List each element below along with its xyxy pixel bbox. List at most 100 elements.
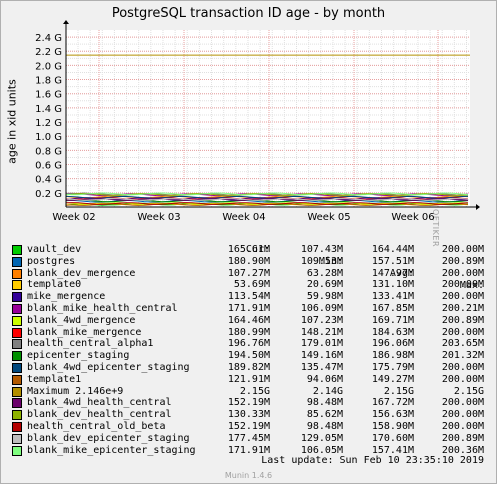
munin-version: Munin 1.4.6 — [224, 471, 273, 480]
y-tick-label: 1.2 G — [35, 118, 62, 129]
y-tick-label: 2.2 G — [35, 47, 62, 58]
legend-header: Cur: Min: Avg: Max: — [0, 232, 497, 291]
legend-swatch — [12, 363, 22, 373]
legend-row: blank_4wd_mergence 164.46M 107.23M 169.71M 2… — [0, 315, 497, 327]
legend-min-value: 129.05M — [300, 432, 343, 444]
legend-swatch — [12, 433, 22, 444]
legend-swatch — [12, 410, 22, 421]
legend-max-value: 200.00M — [441, 326, 484, 338]
legend-max-value: 200.89M — [441, 255, 484, 267]
legend-avg-value: 133.41M — [371, 291, 414, 303]
legend-min-value: 63.28M — [306, 267, 343, 279]
legend-max-value: 200.00M — [441, 279, 484, 291]
legend-cur-value: 194.50M — [227, 350, 270, 362]
legend-cur-value: 53.69M — [233, 279, 270, 291]
legend-row: vault_dev 165.61M 107.43M 164.44M 200.00M — [0, 244, 497, 256]
legend-series-name: postgres — [27, 255, 76, 267]
legend-series-name: Maximum 2.146e+9 — [27, 385, 124, 397]
legend-row: health_central_alpha1 196.76M 179.01M 196.0… — [0, 338, 497, 350]
legend-series-name: blank_4wd_mergence — [27, 314, 136, 326]
legend-swatch — [12, 304, 22, 314]
legend-series-name: health_central_alpha1 — [27, 338, 154, 350]
y-tick-label: 2.4 G — [35, 33, 62, 44]
legend-swatch — [12, 386, 22, 397]
legend-cur-value: 113.54M — [227, 291, 270, 303]
legend-series-name: blank_4wd_health_central — [27, 397, 172, 409]
legend-avg-value: 157.51M — [371, 255, 414, 267]
legend-min-value: 107.43M — [300, 244, 343, 255]
legend-row: blank_4wd_health_central 152.19M 98.48M 167… — [0, 397, 497, 409]
y-tick-label: 0.8 G — [35, 146, 62, 157]
legend-max-value: 203.65M — [441, 338, 484, 350]
legend-avg-value: 196.06M — [371, 338, 414, 350]
legend-series-name: epicenter_staging — [27, 350, 130, 362]
x-tick-label: Week 05 — [307, 212, 350, 223]
legend-max-value: 200.00M — [441, 244, 484, 255]
legend-row: blank_dev_mergence 107.27M 63.28M 147.97M 20… — [0, 268, 497, 280]
legend-min-value: 59.98M — [306, 291, 343, 303]
legend-min-value: 85.62M — [306, 409, 343, 421]
legend-series-name: health_central_old_beta — [27, 421, 166, 432]
legend-cur-value: 189.82M — [227, 362, 270, 373]
x-tick-label: Week 06 — [391, 212, 434, 223]
legend-series-name: blank_mike_mergence — [27, 326, 142, 338]
legend-series-name: blank_mike_health_central — [27, 303, 178, 314]
legend-avg-value: 149.27M — [371, 373, 414, 385]
legend-min-value: 20.69M — [306, 279, 343, 291]
legend-min-value: 2.14G — [312, 385, 343, 397]
legend-swatch — [12, 268, 22, 279]
legend-max-value: 200.21M — [441, 303, 484, 314]
legend-swatch — [12, 445, 22, 456]
legend-swatch — [12, 280, 22, 291]
legend-min-value: 98.48M — [306, 421, 343, 432]
legend-series-name: blank_4wd_epicenter_staging — [27, 362, 190, 373]
legend-max-value: 200.00M — [441, 373, 484, 385]
legend-row: Maximum 2.146e+9 2.15G 2.14G 2.15G 2.15G — [0, 386, 497, 398]
legend-series-name: mike_mergence — [27, 291, 106, 303]
legend-max-value: 200.00M — [441, 409, 484, 421]
legend-swatch — [12, 398, 22, 409]
legend-swatch — [12, 315, 22, 326]
legend-avg-value: 158.90M — [371, 421, 414, 432]
y-tick-label: 0.2 G — [35, 189, 62, 200]
legend-min-value: 135.47M — [300, 362, 343, 373]
legend-series-name: blank_dev_health_central — [27, 409, 172, 421]
legend-avg-value: 131.10M — [371, 279, 414, 291]
legend-cur-value: 152.19M — [227, 397, 270, 409]
y-tick-label: 0.4 G — [35, 175, 62, 186]
legend-row: template0 53.69M 20.69M 131.10M 200.00M — [0, 279, 497, 291]
legend-row: blank_mike_mergence 180.99M 148.21M 184.63M… — [0, 327, 497, 339]
legend-avg-value: 147.97M — [371, 267, 414, 279]
x-axis-arrow — [476, 204, 480, 210]
legend-swatch — [12, 351, 22, 362]
legend-cur-value: 171.91M — [227, 303, 270, 314]
legend-row: postgres 180.90M 109.53M 157.51M 200.89M — [0, 256, 497, 268]
legend-min-value: 94.06M — [306, 373, 343, 385]
legend-cur-value: 107.27M — [227, 267, 270, 279]
legend-row: health_central_old_beta 152.19M 98.48M 158.… — [0, 421, 497, 433]
legend-avg-value: 169.71M — [371, 314, 414, 326]
legend-series-name: blank_mike_epicenter_staging — [27, 444, 196, 456]
legend-cur-value: 165.61M — [227, 244, 270, 255]
y-tick-label: 1.0 G — [35, 132, 62, 143]
y-tick-label: 2.0 G — [35, 61, 62, 72]
legend-min-value: 149.16M — [300, 350, 343, 362]
legend-min-value: 107.23M — [300, 314, 343, 326]
legend-max-value: 200.89M — [441, 432, 484, 444]
legend-max-value: 200.00M — [441, 421, 484, 432]
legend-max-value: 2.15G — [453, 385, 484, 397]
legend-cur-value: 121.91M — [227, 373, 270, 385]
legend-min-value: 179.01M — [300, 338, 343, 350]
legend-cur-value: 196.76M — [227, 338, 270, 350]
y-tick-label: 1.8 G — [35, 76, 62, 87]
legend-avg-value: 167.85M — [371, 303, 414, 314]
legend-cur-value: 2.15G — [239, 385, 270, 397]
legend-cur-value: 177.45M — [227, 432, 270, 444]
legend-row: epicenter_staging 194.50M 149.16M 186.98M 20… — [0, 350, 497, 362]
legend-series-name: blank_dev_mergence — [27, 267, 136, 279]
legend-series-name: blank_dev_epicenter_staging — [27, 432, 190, 444]
legend-swatch — [12, 327, 22, 338]
legend-swatch — [12, 422, 22, 432]
legend-swatch — [12, 374, 22, 385]
legend-avg-value: 2.15G — [383, 385, 414, 397]
